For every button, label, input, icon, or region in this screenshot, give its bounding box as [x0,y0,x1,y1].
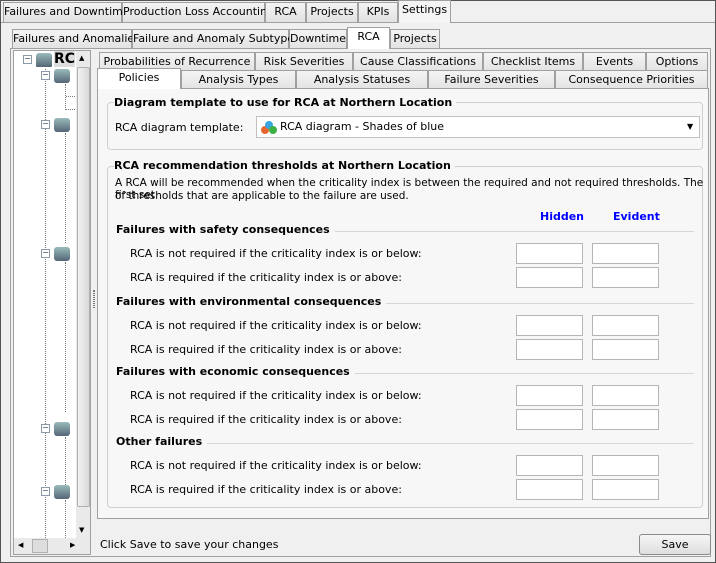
tab-options[interactable]: Options [646,52,708,72]
not-required-hidden-input[interactable] [516,315,583,336]
divider [1,22,715,23]
save-button[interactable]: Save [639,534,711,555]
subtab-rca[interactable]: RCA [347,27,390,49]
tab-rca[interactable]: RCA [265,2,306,22]
required-label: RCA is required if the criticality index… [130,483,402,496]
tree-line [65,84,66,110]
not-required-label: RCA is not required if the criticality i… [130,319,422,332]
location-tree[interactable]: − RC − − − − − ▲ ▼ ◀ ▶ [13,50,91,555]
tree-vertical-scrollbar[interactable]: ▲ ▼ [76,51,90,538]
collapse-icon[interactable]: − [41,120,50,129]
not-required-label: RCA is not required if the criticality i… [130,459,422,472]
required-evident-input[interactable] [592,267,659,288]
tree-line [45,69,46,554]
location-icon [54,247,70,261]
tab-kpis[interactable]: KPIs [358,2,398,22]
diagram-template-label: RCA diagram template: [115,121,244,134]
section-title: Failures with environmental consequences [116,295,387,308]
tree-root-label[interactable]: RC [54,51,76,67]
subtab-projects[interactable]: Projects [390,29,440,49]
column-header-hidden: Hidden [540,210,585,223]
not-required-hidden-input[interactable] [516,243,583,264]
tab-cause-classifications[interactable]: Cause Classifications [353,52,483,72]
chevron-down-icon[interactable]: ▼ [687,122,693,131]
tab-projects[interactable]: Projects [306,2,358,22]
not-required-evident-input[interactable] [592,455,659,476]
location-icon [54,69,70,83]
required-hidden-input[interactable] [516,339,583,360]
required-evident-input[interactable] [592,409,659,430]
not-required-evident-input[interactable] [592,243,659,264]
not-required-label: RCA is not required if the criticality i… [130,247,422,260]
subtab-failures-and-anomalies[interactable]: Failures and Anomalies [12,29,140,49]
tree-line [65,437,66,487]
tree-line [66,96,75,97]
location-icon [54,422,70,436]
scroll-up-icon[interactable]: ▲ [79,54,84,62]
required-hidden-input[interactable] [516,479,583,500]
thresholds-description-2: of thresholds that are applicable to the… [115,190,409,202]
tab-analysis-types[interactable]: Analysis Types [181,70,296,90]
scroll-thumb[interactable] [77,67,90,507]
scroll-left-icon[interactable]: ◀ [18,541,23,549]
section-title: Failures with safety consequences [116,223,335,236]
section-title: Other failures [116,435,208,448]
tree-line [65,262,66,412]
location-icon [54,118,70,132]
not-required-evident-input[interactable] [592,385,659,406]
tab-failures-and-downtime[interactable]: Failures and Downtime [3,2,130,22]
subtab-failure-and-anomaly-subtypes[interactable]: Failure and Anomaly Subtypes [132,29,300,49]
tab-failure-severities[interactable]: Failure Severities [428,70,555,90]
collapse-icon[interactable]: − [41,487,50,496]
tab-policies[interactable]: Policies [97,68,181,89]
column-header-evident: Evident [613,210,660,223]
subtab-downtime[interactable]: Downtime [289,29,347,49]
required-hidden-input[interactable] [516,267,583,288]
not-required-hidden-input[interactable] [516,455,583,476]
diagram-template-dropdown[interactable]: RCA diagram - Shades of blue ▼ [256,116,700,138]
site-icon [36,53,52,67]
collapse-icon[interactable]: − [23,55,32,64]
not-required-evident-input[interactable] [592,315,659,336]
tab-events[interactable]: Events [583,52,646,72]
tab-settings[interactable]: Settings [398,0,451,23]
scroll-down-icon[interactable]: ▼ [79,526,84,534]
tab-checklist-items[interactable]: Checklist Items [483,52,583,72]
required-hidden-input[interactable] [516,409,583,430]
collapse-icon[interactable]: − [41,249,50,258]
section-title: Failures with economic consequences [116,365,355,378]
scroll-right-icon[interactable]: ▶ [70,541,75,549]
scroll-thumb[interactable] [32,539,48,553]
required-label: RCA is required if the criticality index… [130,343,402,356]
required-label: RCA is required if the criticality index… [130,271,402,284]
tab-production-loss-accounting[interactable]: Production Loss Accounting [122,2,274,22]
diagram-icon [261,121,277,135]
required-evident-input[interactable] [592,479,659,500]
required-label: RCA is required if the criticality index… [130,413,402,426]
collapse-icon[interactable]: − [41,71,50,80]
tree-line [65,133,66,243]
tab-risk-severities[interactable]: Risk Severities [255,52,353,72]
thresholds-group-title: RCA recommendation thresholds at Norther… [114,159,455,172]
splitter-handle[interactable] [93,290,95,308]
collapse-icon[interactable]: − [41,424,50,433]
required-evident-input[interactable] [592,339,659,360]
tab-consequence-priorities[interactable]: Consequence Priorities [555,70,708,90]
not-required-hidden-input[interactable] [516,385,583,406]
tree-horizontal-scrollbar[interactable]: ◀ ▶ [14,538,90,554]
tab-analysis-statuses[interactable]: Analysis Statuses [296,70,428,90]
not-required-label: RCA is not required if the criticality i… [130,389,422,402]
status-message: Click Save to save your changes [100,538,279,551]
location-icon [54,485,70,499]
diagram-group-title: Diagram template to use for RCA at North… [114,96,457,109]
diagram-template-value: RCA diagram - Shades of blue [280,120,445,133]
tree-line [66,109,75,110]
